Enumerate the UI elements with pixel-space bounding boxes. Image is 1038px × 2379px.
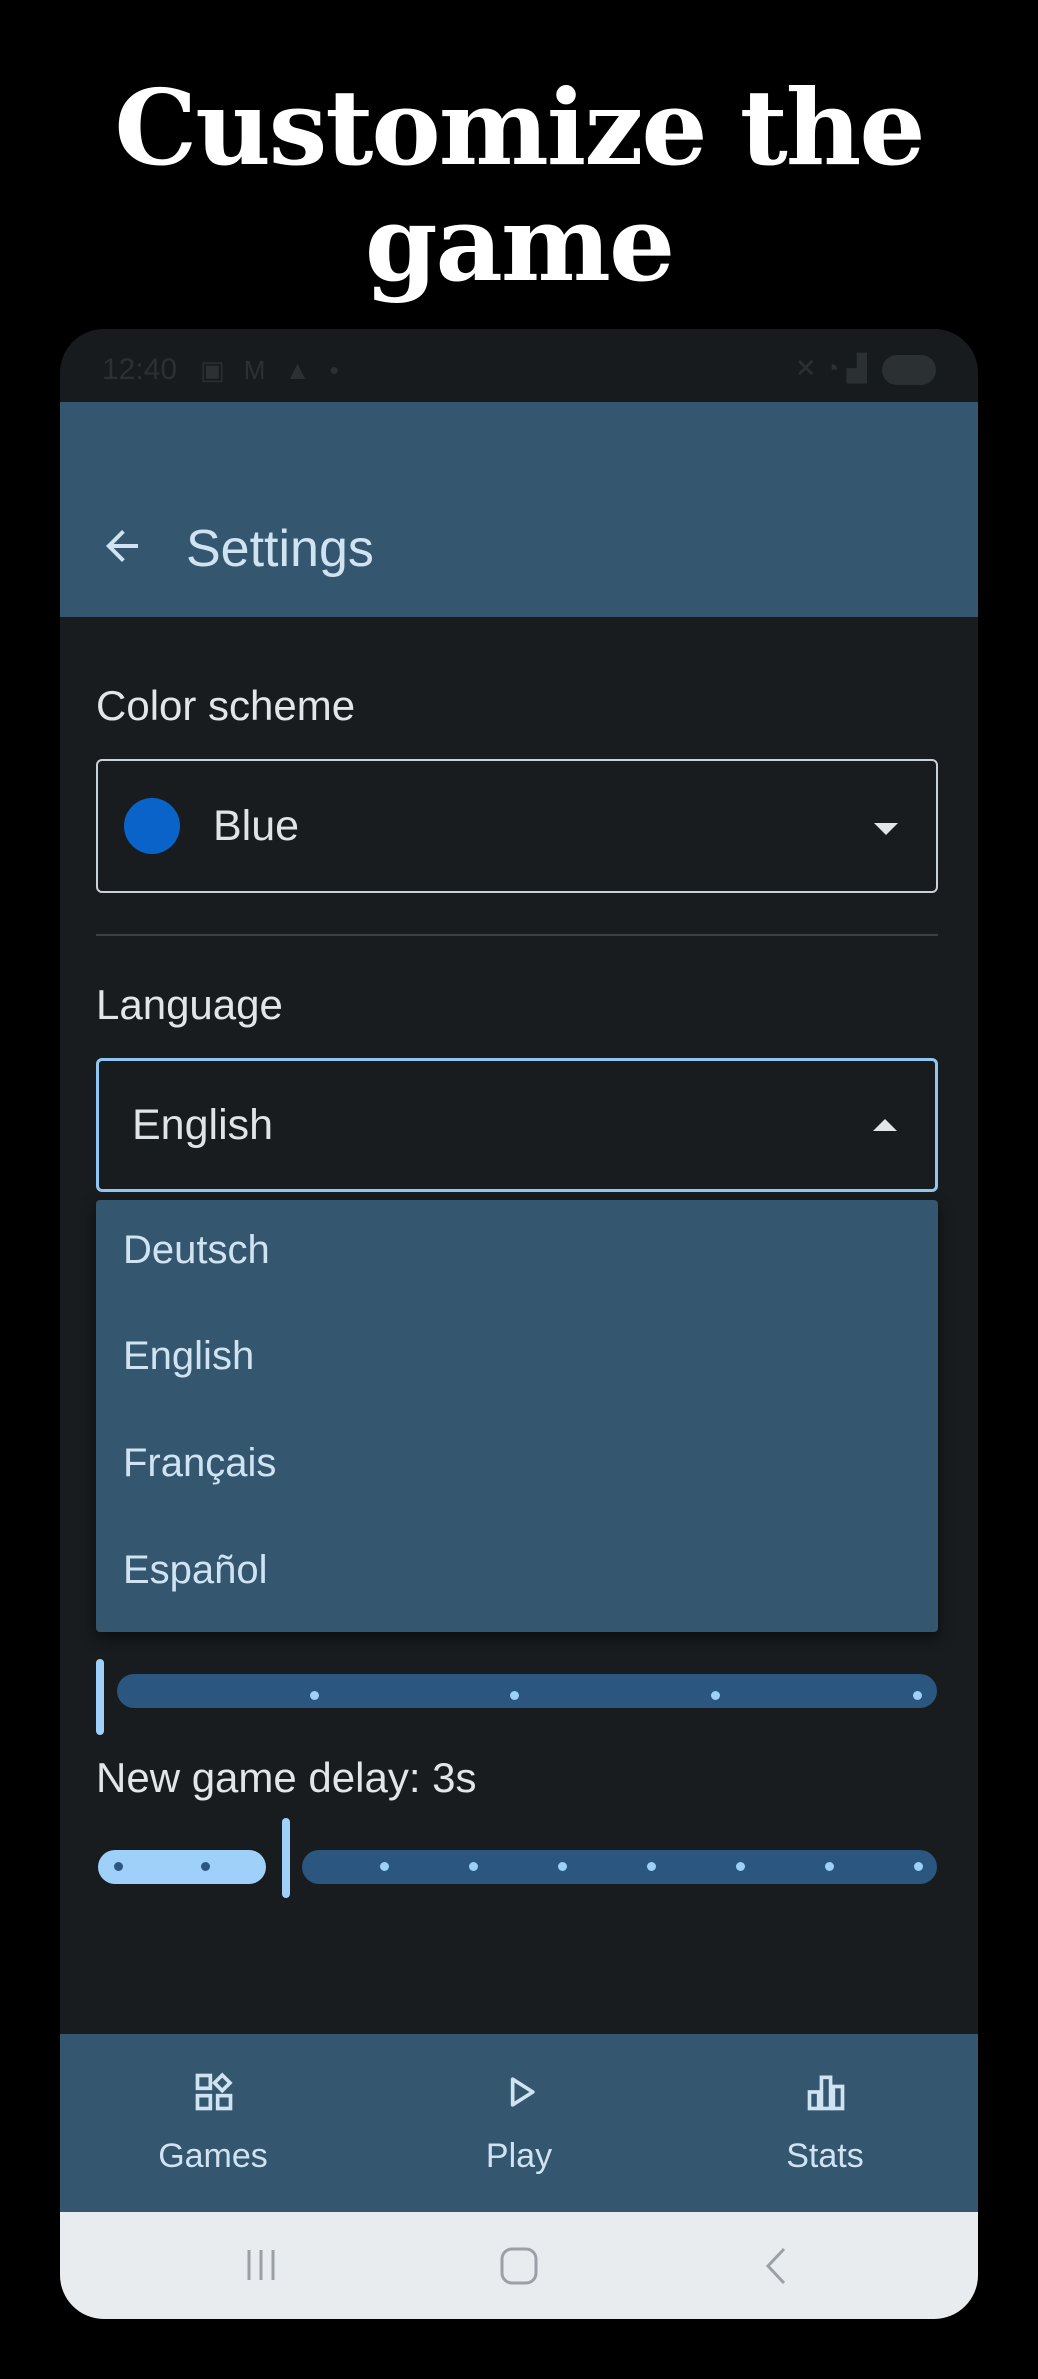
section-divider [96, 934, 938, 936]
recent-apps-icon[interactable] [243, 2245, 279, 2285]
nav-item-stats[interactable]: Stats [672, 2034, 978, 2212]
slider-tick [914, 1862, 923, 1871]
chevron-up-icon [873, 1119, 897, 1131]
language-option[interactable]: Español [96, 1520, 938, 1626]
status-icons: ✕ ◔ ▟ [794, 353, 936, 386]
mute-icon: ✕ [794, 353, 817, 383]
color-scheme-label: Color scheme [96, 682, 356, 729]
hidden-slider-track[interactable] [117, 1674, 937, 1708]
slider-tick [510, 1691, 519, 1700]
app-bar: Settings [60, 402, 978, 617]
promo-headline-line1: Customize the [114, 66, 925, 189]
slider-tick [825, 1862, 834, 1871]
language-option[interactable]: Français [96, 1413, 938, 1519]
status-time: 12:40 [102, 353, 178, 386]
hidden-slider-thumb[interactable] [96, 1659, 104, 1735]
color-scheme-value: Blue [213, 802, 300, 850]
nav-item-games[interactable]: Games [60, 2034, 366, 2212]
slider-tick [558, 1862, 567, 1871]
language-dropdown-menu: Deutsch English Français Español [96, 1200, 938, 1632]
wifi-icon: ◔ [823, 353, 840, 383]
language-value: English [132, 1101, 274, 1149]
color-scheme-select[interactable]: Blue [96, 759, 938, 893]
nav-label-stats: Stats [786, 2137, 864, 2175]
delay-slider-active-track[interactable] [98, 1850, 266, 1884]
bar-chart-icon [807, 2075, 845, 2111]
slider-tick [380, 1862, 389, 1871]
status-bar: 12:40 ▣ M ▲ • ✕ ◔ ▟ [60, 329, 978, 402]
nav-label-play: Play [485, 2137, 553, 2175]
slider-tick [711, 1691, 720, 1700]
battery-icon [882, 355, 936, 386]
language-select[interactable]: English [96, 1058, 938, 1192]
phone-frame: 12:40 ▣ M ▲ • ✕ ◔ ▟ Settings Color schem… [60, 329, 978, 2319]
bottom-navigation: Games Play Stats [60, 2034, 978, 2212]
system-navigation-bar [60, 2212, 978, 2319]
language-label: Language [96, 981, 283, 1028]
slider-tick [736, 1862, 745, 1871]
slider-tick [114, 1862, 123, 1871]
arrow-left-icon[interactable] [98, 522, 146, 570]
home-icon[interactable] [498, 2245, 540, 2287]
slider-tick [647, 1862, 656, 1871]
slider-tick [469, 1862, 478, 1871]
play-icon [510, 2077, 535, 2107]
promo-headline: Customize the game [0, 70, 1038, 302]
nav-label-games: Games [158, 2137, 268, 2175]
language-option[interactable]: Deutsch [96, 1200, 938, 1306]
signal-icon: ▟ [846, 353, 867, 383]
grid-shapes-icon [195, 2072, 233, 2111]
promo-headline-line2: game [364, 182, 675, 305]
delay-slider-track[interactable] [302, 1850, 937, 1884]
back-nav-icon[interactable] [760, 2245, 790, 2287]
slider-tick [913, 1691, 922, 1700]
nav-item-play[interactable]: Play [366, 2034, 672, 2212]
slider-tick [201, 1862, 210, 1871]
slider-tick [310, 1691, 319, 1700]
page-title: Settings [186, 520, 374, 578]
chevron-down-icon [874, 823, 898, 835]
color-swatch [124, 798, 180, 854]
notification-icons: ▣ M ▲ • [200, 355, 345, 385]
new-game-delay-label: New game delay: 3s [96, 1754, 477, 1801]
language-option[interactable]: English [96, 1306, 938, 1412]
delay-slider-thumb[interactable] [282, 1818, 290, 1898]
